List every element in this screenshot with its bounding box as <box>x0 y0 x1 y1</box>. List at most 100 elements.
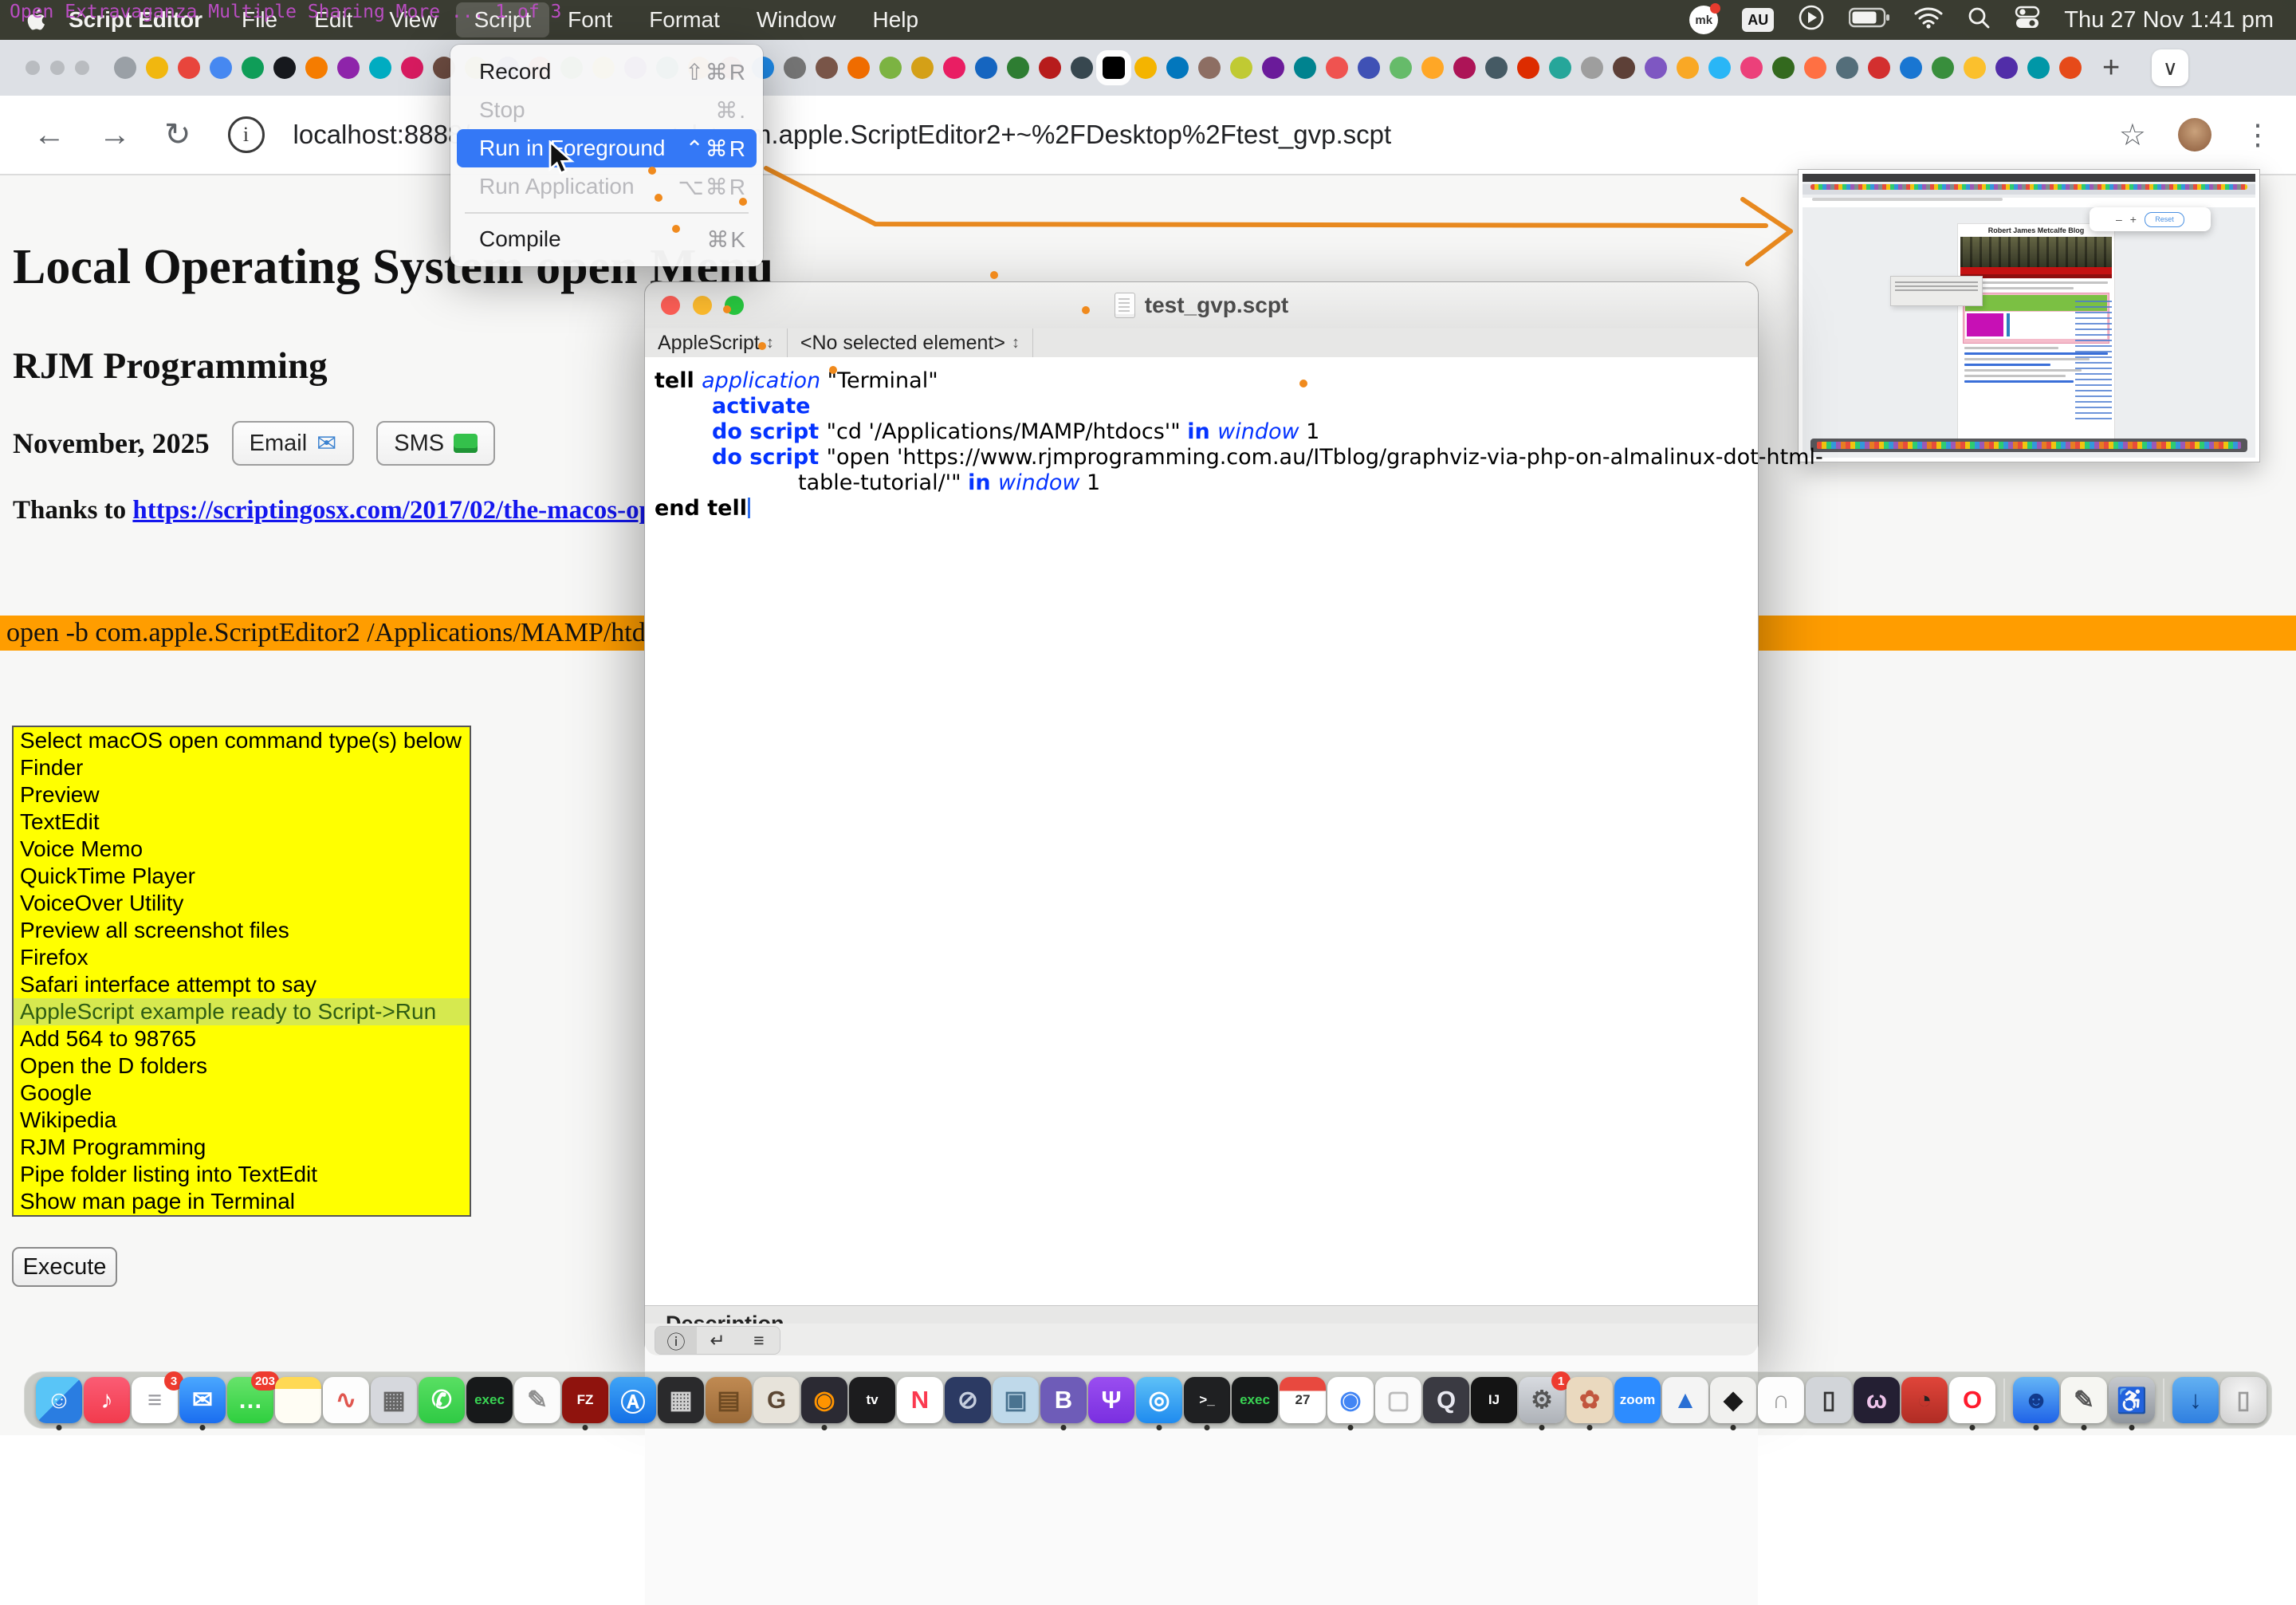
dock-icon-app-store[interactable]: Ⓐ <box>610 1377 656 1423</box>
tab-favicon[interactable] <box>911 57 934 79</box>
dock-icon-opera[interactable]: O <box>1949 1377 1995 1423</box>
dock-icon-exec-terminal[interactable]: exec <box>466 1377 513 1423</box>
listbox-option[interactable]: Add 564 to 98765 <box>14 1025 470 1052</box>
dock-icon-bbedit[interactable]: B <box>1040 1377 1087 1423</box>
tab-favicon[interactable] <box>305 57 328 79</box>
dock-icon-finder[interactable]: ☺ <box>36 1377 82 1423</box>
listbox-option[interactable]: Show man page in Terminal <box>14 1188 470 1215</box>
document-proxy-icon[interactable] <box>1115 293 1135 318</box>
dock-icon-safari[interactable]: ◎ <box>1136 1377 1182 1423</box>
sms-button[interactable]: SMS <box>376 421 495 466</box>
battery-icon[interactable] <box>1849 7 1890 33</box>
listbox-option[interactable]: Safari interface attempt to say <box>14 971 470 998</box>
tab-favicon[interactable] <box>1294 57 1316 79</box>
browser-tab-strip[interactable]: + ∨ <box>0 40 2296 96</box>
tab-favicon[interactable] <box>1549 57 1571 79</box>
tab-favicon[interactable] <box>1485 57 1508 79</box>
listbox-option[interactable]: Finder <box>14 754 470 781</box>
scriptingosx-link[interactable]: https://scriptingosx.com/2017/02/the-mac… <box>132 496 665 525</box>
tab-favicon[interactable] <box>1517 57 1539 79</box>
listbox-option[interactable]: Firefox <box>14 944 470 971</box>
dock-icon-downloads-folder[interactable]: ↓ <box>2172 1377 2219 1423</box>
spotlight-search-icon[interactable] <box>1967 6 1991 35</box>
tab-favicon[interactable] <box>401 57 423 79</box>
dock-icon-speedtest-gauge[interactable]: ◔ <box>1901 1377 1948 1423</box>
tab-favicon[interactable] <box>1932 57 1954 79</box>
dock-icon-calendar[interactable]: 27 <box>1280 1377 1326 1423</box>
active-tab-favicon[interactable] <box>1103 57 1125 79</box>
listbox-option[interactable]: Wikipedia <box>14 1107 470 1134</box>
tab-favicon[interactable] <box>146 57 168 79</box>
tab-favicon[interactable] <box>210 57 232 79</box>
tab-favicon[interactable] <box>784 57 806 79</box>
dock-icon-prism-app[interactable]: ▲ <box>1662 1377 1708 1423</box>
tab-favicon[interactable] <box>847 57 870 79</box>
tab-favicon[interactable] <box>1421 57 1444 79</box>
listbox-option-selected[interactable]: AppleScript example ready to Script->Run <box>14 998 470 1025</box>
email-button[interactable]: Email ✉ <box>232 421 355 466</box>
tab-favicon[interactable] <box>2027 57 2050 79</box>
dock-icon-iphone-mirroring[interactable]: ▯ <box>1806 1377 1852 1423</box>
tab-favicon-row[interactable] <box>114 57 2082 79</box>
listbox-option[interactable]: Pipe folder listing into TextEdit <box>14 1161 470 1188</box>
tab-favicon[interactable] <box>114 57 136 79</box>
dock-icon-trash[interactable]: ▯ <box>2220 1377 2267 1423</box>
code-line[interactable]: end tell <box>655 496 1758 521</box>
execute-button[interactable]: Execute <box>12 1247 117 1287</box>
zoom-window-icon[interactable] <box>75 61 89 75</box>
recorder-menu-icon[interactable]: mk <box>1689 6 1718 34</box>
dock-icon-contacts[interactable]: ▤ <box>706 1377 752 1423</box>
code-line[interactable]: table-tutorial/'" in window 1 <box>798 470 1758 496</box>
tab-favicon[interactable] <box>1581 57 1603 79</box>
tab-favicon[interactable] <box>1772 57 1795 79</box>
dock-icon-launchpad[interactable]: ▦ <box>371 1377 417 1423</box>
site-info-icon[interactable]: i <box>228 116 265 153</box>
tab-favicon[interactable] <box>1995 57 2018 79</box>
menu-format[interactable]: Format <box>631 7 738 33</box>
dock-icon-markup-notes[interactable]: ✎ <box>2061 1377 2107 1423</box>
applescript-code-editor[interactable]: tell application "Terminal"activatedo sc… <box>645 357 1758 1305</box>
tab-favicon[interactable] <box>1071 57 1093 79</box>
dock-icon-messages[interactable]: …203 <box>227 1377 273 1423</box>
dock-icon-facetime[interactable]: ✆ <box>419 1377 465 1423</box>
tab-favicon[interactable] <box>975 57 997 79</box>
tab-favicon[interactable] <box>1964 57 1986 79</box>
dock-icon-quicktime[interactable]: Q <box>1423 1377 1469 1423</box>
dock-icon-system-settings[interactable]: ⚙1 <box>1519 1377 1565 1423</box>
dock-icon-freeform[interactable]: ∿ <box>323 1377 369 1423</box>
tab-favicon[interactable] <box>1262 57 1284 79</box>
event-log-list-icon[interactable]: ≡ <box>738 1327 780 1354</box>
dock-icon-cat-app[interactable]: ω <box>1854 1377 1900 1423</box>
dock-icon-reminders[interactable]: ≡3 <box>132 1377 178 1423</box>
tab-favicon[interactable] <box>1039 57 1061 79</box>
accessory-view-segmented-control[interactable]: ⓘ↵≡ <box>655 1326 780 1355</box>
tab-favicon[interactable] <box>1836 57 1858 79</box>
tab-favicon[interactable] <box>1230 57 1252 79</box>
listbox-option[interactable]: QuickTime Player <box>14 863 470 890</box>
dock-icon-zoom[interactable]: zoom <box>1614 1377 1661 1423</box>
dock-icon-firefox[interactable]: ◉ <box>801 1377 847 1423</box>
dock-icon-exec-terminal-2[interactable]: exec <box>1232 1377 1278 1423</box>
tab-favicon[interactable] <box>1007 57 1029 79</box>
element-dropdown[interactable]: <No selected element> ↕ <box>788 328 1033 357</box>
forward-icon[interactable]: → <box>99 117 131 153</box>
back-icon[interactable]: ← <box>33 117 65 153</box>
menu-item-run-in-foreground[interactable]: Run in Foreground⌃⌘R <box>457 129 757 167</box>
dock-icon-apple-tv[interactable]: tv <box>849 1377 895 1423</box>
tab-favicon[interactable] <box>1868 57 1890 79</box>
listbox-option[interactable]: TextEdit <box>14 808 470 836</box>
tab-favicon[interactable] <box>1198 57 1221 79</box>
tab-favicon[interactable] <box>816 57 838 79</box>
menu-item-record[interactable]: Record⇧⌘R <box>457 53 757 91</box>
dock-icon-music[interactable]: ♪ <box>84 1377 130 1423</box>
dock-icon-do-not-disturb-app[interactable]: ⊘ <box>945 1377 991 1423</box>
tab-favicon[interactable] <box>1677 57 1699 79</box>
tab-favicon[interactable] <box>1708 57 1731 79</box>
tab-favicon[interactable] <box>1740 57 1763 79</box>
tab-favicon[interactable] <box>1453 57 1476 79</box>
tab-search-chevron-button[interactable]: ∨ <box>2152 49 2188 86</box>
listbox-option[interactable]: Voice Memo <box>14 836 470 863</box>
dock-icon-paintbrush[interactable]: ✿ <box>1567 1377 1613 1423</box>
dock-icon-chrome[interactable]: ◉ <box>1327 1377 1374 1423</box>
tab-favicon[interactable] <box>2059 57 2082 79</box>
